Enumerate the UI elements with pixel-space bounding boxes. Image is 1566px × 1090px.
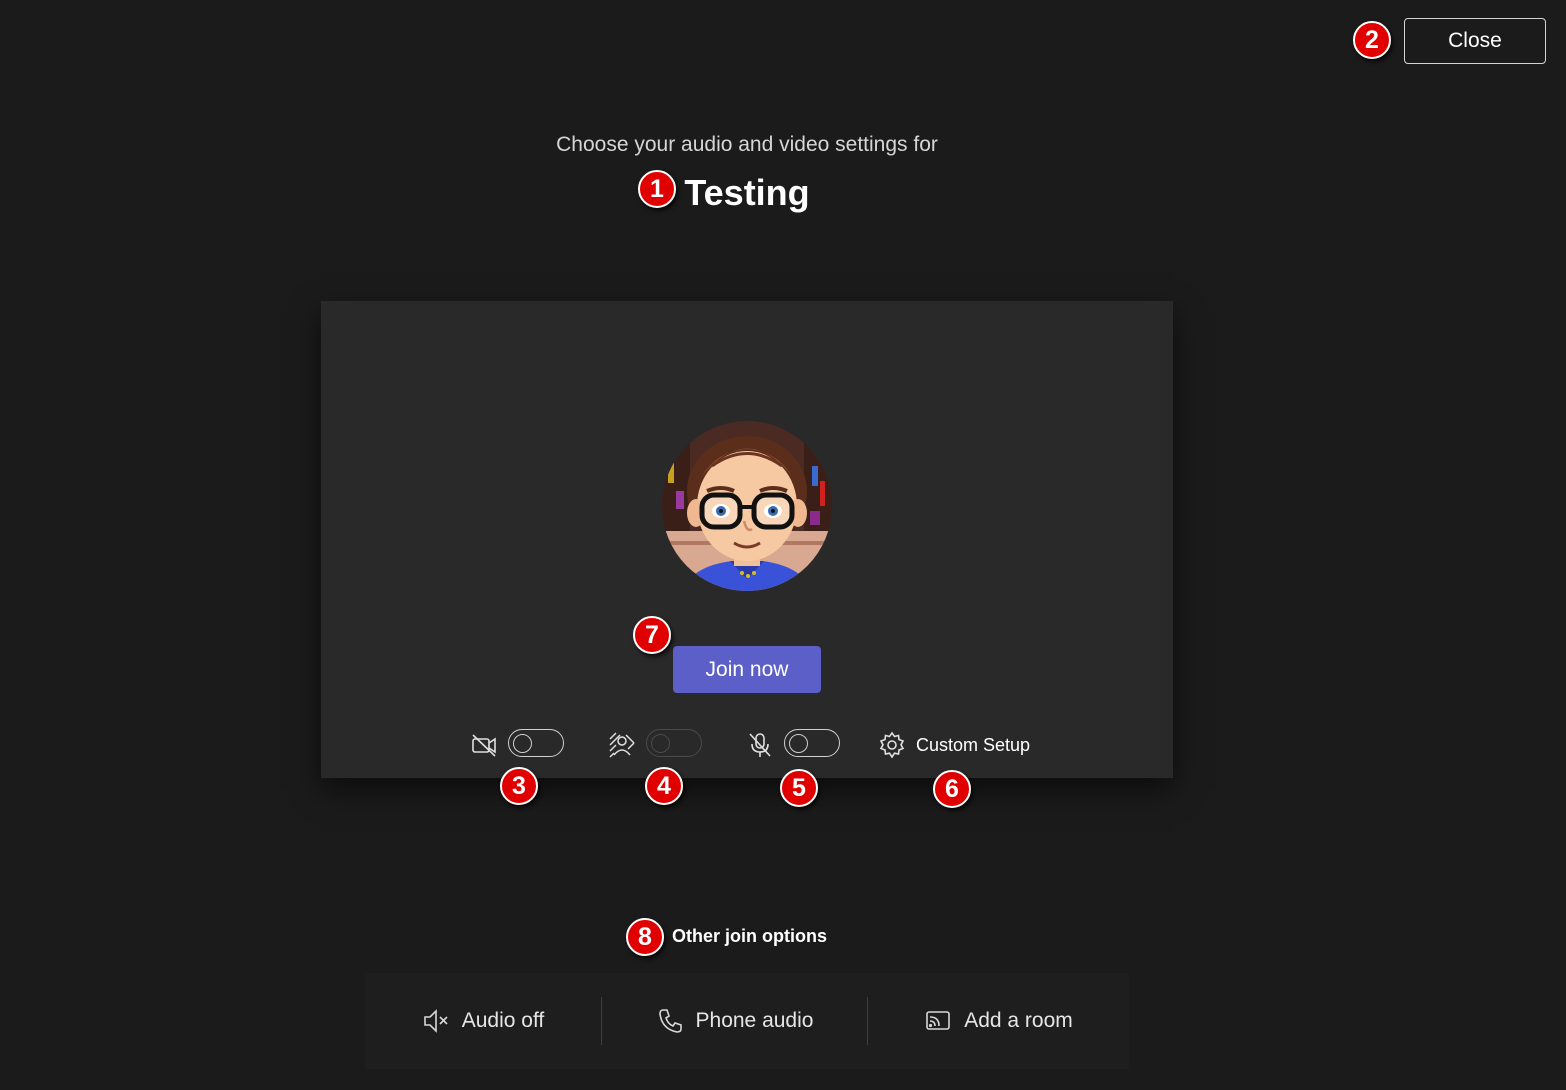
annotation-badge-7: 7 xyxy=(633,616,671,654)
audio-off-label: Audio off xyxy=(461,1009,545,1032)
annotation-badge-2: 2 xyxy=(1353,21,1391,59)
background-effects-toggle[interactable] xyxy=(646,729,702,757)
speaker-muted-icon xyxy=(422,1007,450,1035)
add-a-room-label: Add a room xyxy=(964,1009,1073,1032)
phone-icon xyxy=(656,1007,684,1035)
other-join-options-heading: Other join options xyxy=(672,926,827,946)
gear-icon xyxy=(878,731,906,759)
meeting-title: Testing xyxy=(684,172,810,213)
cast-icon xyxy=(924,1007,952,1035)
other-join-options-bar: Audio off Phone audio Add a room xyxy=(365,973,1129,1069)
mic-off-icon xyxy=(746,731,774,759)
camera-off-icon xyxy=(470,731,498,759)
join-now-button[interactable]: Join now xyxy=(673,646,821,693)
avatar xyxy=(662,421,832,591)
close-button[interactable]: Close xyxy=(1404,18,1546,64)
custom-setup-label: Custom Setup xyxy=(916,734,1031,755)
custom-setup-button[interactable]: Custom Setup xyxy=(878,730,1030,760)
annotation-badge-6: 6 xyxy=(933,770,971,808)
annotation-badge-3: 3 xyxy=(500,767,538,805)
prejoin-screen: Close Choose your audio and video settin… xyxy=(0,0,1566,1090)
settings-subtitle: Choose your audio and video settings for xyxy=(556,133,938,156)
annotation-badge-8: 8 xyxy=(626,918,664,956)
microphone-toggle[interactable] xyxy=(784,729,840,757)
annotation-badge-4: 4 xyxy=(645,767,683,805)
annotation-badge-5: 5 xyxy=(780,769,818,807)
phone-audio-option[interactable]: Phone audio xyxy=(602,973,867,1069)
camera-toggle[interactable] xyxy=(508,729,564,757)
audio-off-option[interactable]: Audio off xyxy=(365,973,601,1069)
annotation-badge-1: 1 xyxy=(638,170,676,208)
video-preview-panel: Join now Custom Setup xyxy=(321,301,1173,778)
phone-audio-label: Phone audio xyxy=(695,1009,814,1032)
add-a-room-option[interactable]: Add a room xyxy=(868,973,1129,1069)
background-effects-icon xyxy=(608,731,636,759)
